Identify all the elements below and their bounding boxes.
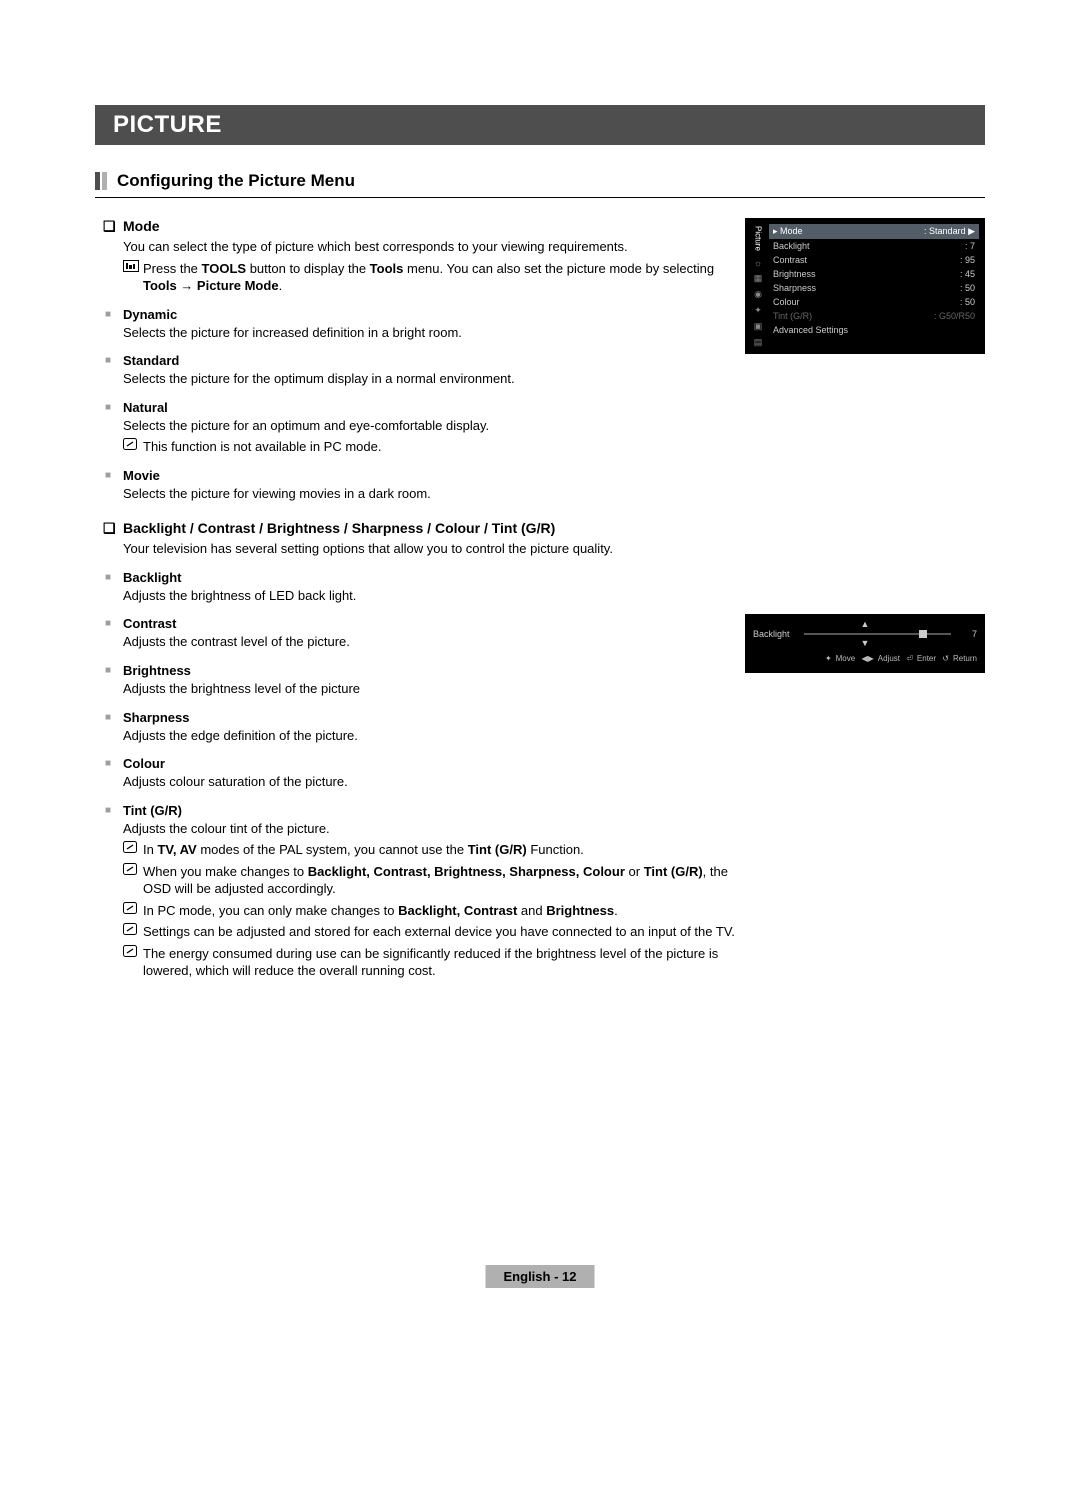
osd-row: Sharpness: 50 <box>769 281 979 295</box>
adjust-item-contrast: Contrast Adjusts the contrast level of t… <box>95 616 735 651</box>
mode-item-movie: Movie Selects the picture for viewing mo… <box>95 468 735 503</box>
osd-row-advanced: Advanced Settings <box>769 323 979 337</box>
adjust-section: Backlight / Contrast / Brightness / Shar… <box>95 520 735 980</box>
osd-row-tint: Tint (G/R): G50/R50 <box>769 309 979 323</box>
input-icon: ▣ <box>754 321 763 332</box>
section-title-bullet <box>95 172 107 190</box>
enter-hint-icon: ⏎ <box>906 654 913 663</box>
osd-slider-knob <box>919 630 927 638</box>
adjust-item-backlight: Backlight Adjusts the brightness of LED … <box>95 570 735 605</box>
note-icon <box>123 863 143 898</box>
osd-slider-value: 7 <box>957 629 977 639</box>
osd-menu-panel: Picture ☼ ▦ ◉ ✦ ▣ ▤ ▸ Mode : Standard ▶ … <box>745 218 985 354</box>
page-footer: English - 12 <box>486 1265 595 1288</box>
arrow-up-icon: ▲ <box>753 620 977 629</box>
adjust-item-colour: Colour Adjusts colour saturation of the … <box>95 756 735 791</box>
mode-item-natural: Natural Selects the picture for an optim… <box>95 400 735 456</box>
section-title-text: Configuring the Picture Menu <box>117 171 355 191</box>
return-hint-icon: ↺ <box>942 654 949 663</box>
adjust-item-sharpness: Sharpness Adjusts the edge definition of… <box>95 710 735 745</box>
osd-row: Brightness: 45 <box>769 267 979 281</box>
note-icon <box>123 945 143 980</box>
arrow-down-icon: ▼ <box>753 639 977 648</box>
mode-intro: You can select the type of picture which… <box>123 238 735 256</box>
support-icon: ▤ <box>754 337 763 348</box>
note-icon <box>123 841 143 859</box>
note-icon <box>123 923 143 941</box>
osd-slider-label: Backlight <box>753 629 798 639</box>
adjust-heading: Backlight / Contrast / Brightness / Shar… <box>95 520 735 536</box>
adjust-item-tint: Tint (G/R) Adjusts the colour tint of th… <box>95 803 735 980</box>
mode-item-dynamic: Dynamic Selects the picture for increase… <box>95 307 735 342</box>
move-hint-icon: ✦ <box>825 654 832 663</box>
osd-tab-picture: Picture <box>754 224 763 253</box>
adjust-intro: Your television has several setting opti… <box>95 540 735 558</box>
adjust-item-brightness: Brightness Adjusts the brightness level … <box>95 663 735 698</box>
adjust-hint-icon: ◀▶ <box>861 654 873 663</box>
osd-row-mode: ▸ Mode : Standard ▶ <box>769 224 979 239</box>
osd-row: Contrast: 95 <box>769 253 979 267</box>
chapter-title: PICTURE <box>95 105 985 145</box>
mode-heading: Mode <box>95 218 735 234</box>
osd-row: Colour: 50 <box>769 295 979 309</box>
osd-row: Backlight: 7 <box>769 239 979 253</box>
osd-slider-panel: ▲ Backlight 7 ▼ ✦Move ◀▶Adjust ⏎Enter ↺R… <box>745 614 985 673</box>
note-icon <box>123 438 143 456</box>
osd-slider-track <box>804 633 951 635</box>
sun-icon: ☼ <box>754 258 762 268</box>
mode-item-standard: Standard Selects the picture for the opt… <box>95 353 735 388</box>
mode-section: Mode You can select the type of picture … <box>95 218 735 502</box>
osd-slider-hints: ✦Move ◀▶Adjust ⏎Enter ↺Return <box>753 654 977 663</box>
section-title: Configuring the Picture Menu <box>95 171 985 198</box>
setup-icon: ✦ <box>754 305 762 316</box>
mode-tooltip: Press the TOOLS button to display the To… <box>143 260 735 295</box>
tools-icon <box>123 260 143 295</box>
sound-icon: ◉ <box>754 289 762 300</box>
note-icon <box>123 902 143 920</box>
cube-icon: ▦ <box>754 273 763 284</box>
